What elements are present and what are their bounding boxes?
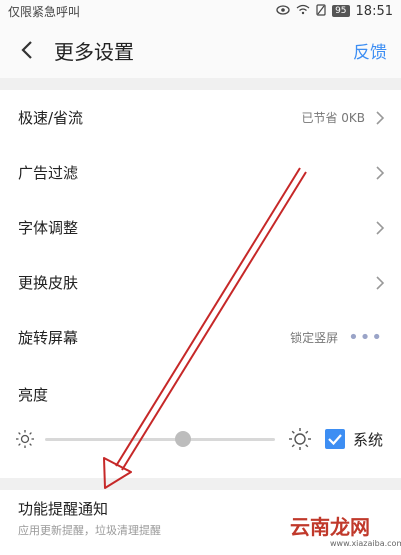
- notification-subtitle: 应用更新提醒，垃圾清理提醒: [18, 524, 161, 537]
- setting-rotate-screen[interactable]: 旋转屏幕 锁定竖屏 •••: [0, 310, 401, 365]
- setting-label: 广告过滤: [18, 164, 79, 182]
- chevron-right-icon: [376, 220, 385, 235]
- no-sim-icon: [316, 3, 326, 19]
- chevron-left-icon: [21, 41, 32, 59]
- setting-skin[interactable]: 更换皮肤: [0, 255, 401, 310]
- brightness-section: 亮度 系统: [0, 370, 401, 478]
- notification-title: 功能提醒通知: [18, 500, 109, 518]
- back-button[interactable]: [0, 22, 54, 78]
- brightness-slider-thumb[interactable]: [175, 431, 191, 447]
- status-time: 18:51: [355, 3, 393, 19]
- setting-label: 更换皮肤: [18, 274, 79, 292]
- watermark-text: 云南龙网: [290, 515, 370, 539]
- setting-ad-filter[interactable]: 广告过滤: [0, 145, 401, 200]
- watermark-logo: 云南龙网 www.xiazaiba.com: [290, 507, 401, 553]
- setting-value: 已节省 0KB: [301, 111, 365, 125]
- brightness-slider-track[interactable]: [45, 438, 275, 441]
- feedback-link[interactable]: 反馈: [353, 38, 401, 63]
- section-divider: [0, 78, 401, 90]
- settings-list: 极速/省流 已节省 0KB 广告过滤 字体调整 更换皮肤 旋转屏幕 锁定竖屏 •…: [0, 90, 401, 365]
- setting-label: 旋转屏幕: [18, 329, 79, 347]
- more-dots-icon[interactable]: •••: [348, 327, 383, 348]
- chevron-right-icon: [376, 165, 385, 180]
- wifi-icon: [296, 4, 310, 18]
- brightness-label: 亮度: [18, 386, 49, 404]
- setting-font-size[interactable]: 字体调整: [0, 200, 401, 255]
- system-brightness-label: 系统: [353, 431, 384, 449]
- setting-label: 极速/省流: [18, 109, 84, 127]
- status-carrier-text: 仅限紧急呼叫: [8, 4, 81, 19]
- battery-icon: 95: [332, 5, 350, 17]
- header: 更多设置 反馈: [0, 22, 401, 78]
- checkmark-icon: [328, 434, 342, 446]
- chevron-right-icon: [376, 110, 385, 125]
- watermark-url: www.xiazaiba.com: [330, 539, 401, 548]
- setting-value: 锁定竖屏: [290, 331, 339, 345]
- status-bar: 仅限紧急呼叫 95 18:51: [0, 0, 401, 22]
- system-brightness-checkbox[interactable]: [325, 429, 345, 449]
- sun-bright-icon: [289, 428, 311, 450]
- eye-icon: [276, 4, 290, 18]
- setting-label: 字体调整: [18, 219, 79, 237]
- sun-dim-icon: [16, 430, 34, 448]
- page-title: 更多设置: [54, 39, 134, 64]
- section-divider: [0, 478, 401, 490]
- chevron-right-icon: [376, 275, 385, 290]
- brightness-slider-row: 系统: [0, 422, 401, 458]
- setting-speed-save[interactable]: 极速/省流 已节省 0KB: [0, 90, 401, 145]
- status-icons: 95 18:51: [276, 4, 393, 19]
